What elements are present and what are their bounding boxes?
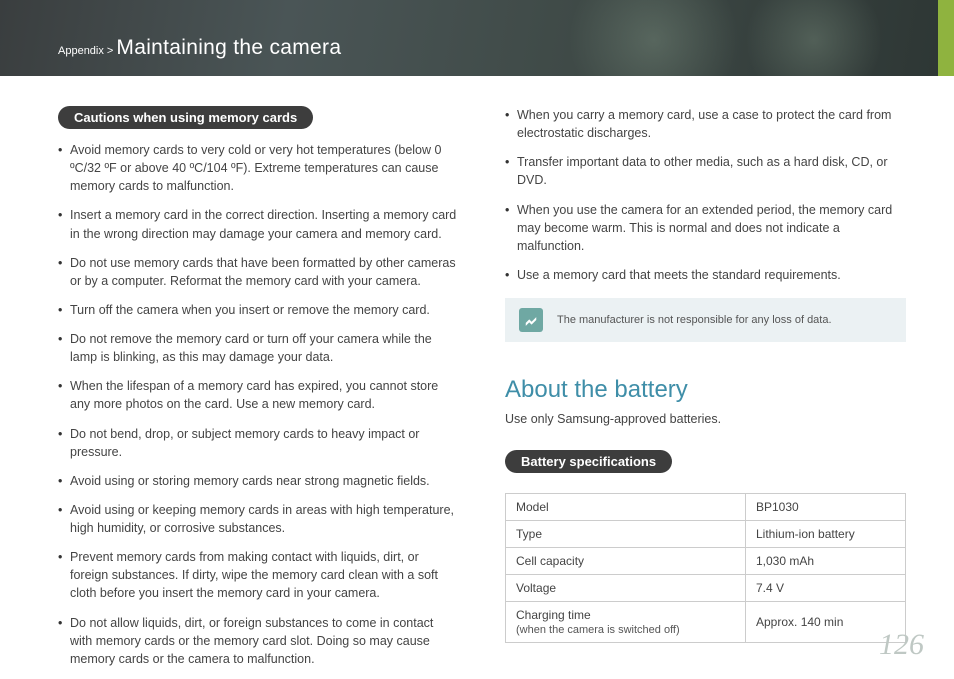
spec-label: Cell capacity bbox=[506, 548, 746, 575]
section-title-battery: About the battery bbox=[505, 376, 906, 404]
list-item: Transfer important data to other media, … bbox=[505, 153, 906, 189]
list-item: Do not bend, drop, or subject memory car… bbox=[58, 425, 459, 461]
list-item: When you carry a memory card, use a case… bbox=[505, 106, 906, 142]
note-text: The manufacturer is not responsible for … bbox=[557, 314, 832, 326]
left-column: Cautions when using memory cards Avoid m… bbox=[58, 106, 459, 679]
right-column: When you carry a memory card, use a case… bbox=[505, 106, 906, 679]
header-decoration bbox=[554, 0, 754, 76]
spec-label: Charging time (when the camera is switch… bbox=[506, 602, 746, 643]
page-header: Appendix > Maintaining the camera bbox=[0, 0, 954, 76]
content-area: Cautions when using memory cards Avoid m… bbox=[0, 76, 954, 679]
spec-value: BP1030 bbox=[746, 494, 906, 521]
list-item: Avoid using or storing memory cards near… bbox=[58, 472, 459, 490]
list-item: When you use the camera for an extended … bbox=[505, 201, 906, 255]
note-callout: The manufacturer is not responsible for … bbox=[505, 298, 906, 342]
spec-value: 1,030 mAh bbox=[746, 548, 906, 575]
page-number: 126 bbox=[879, 628, 924, 662]
section-pill-cautions: Cautions when using memory cards bbox=[58, 106, 313, 129]
table-row: Voltage 7.4 V bbox=[506, 575, 906, 602]
table-row: Cell capacity 1,030 mAh bbox=[506, 548, 906, 575]
list-item: Do not allow liquids, dirt, or foreign s… bbox=[58, 614, 459, 668]
section-pill-specs: Battery specifications bbox=[505, 450, 672, 473]
spec-label: Voltage bbox=[506, 575, 746, 602]
table-row: Charging time (when the camera is switch… bbox=[506, 602, 906, 643]
cautions-list: Avoid memory cards to very cold or very … bbox=[58, 141, 459, 668]
breadcrumb-prefix: Appendix > bbox=[58, 45, 113, 57]
note-icon bbox=[519, 308, 543, 332]
spec-value: 7.4 V bbox=[746, 575, 906, 602]
spec-label: Type bbox=[506, 521, 746, 548]
spec-value: Lithium-ion battery bbox=[746, 521, 906, 548]
table-row: Type Lithium-ion battery bbox=[506, 521, 906, 548]
breadcrumb: Appendix > Maintaining the camera bbox=[58, 36, 341, 60]
section-subtitle: Use only Samsung-approved batteries. bbox=[505, 412, 906, 426]
spec-label: Model bbox=[506, 494, 746, 521]
list-item: Do not use memory cards that have been f… bbox=[58, 254, 459, 290]
list-item: Prevent memory cards from making contact… bbox=[58, 548, 459, 602]
cautions-list-continued: When you carry a memory card, use a case… bbox=[505, 106, 906, 284]
spec-label-main: Charging time bbox=[516, 608, 591, 622]
list-item: Turn off the camera when you insert or r… bbox=[58, 301, 459, 319]
spec-label-sub: (when the camera is switched off) bbox=[516, 624, 680, 636]
list-item: Use a memory card that meets the standar… bbox=[505, 266, 906, 284]
list-item: Do not remove the memory card or turn of… bbox=[58, 330, 459, 366]
list-item: Avoid memory cards to very cold or very … bbox=[58, 141, 459, 195]
list-item: Insert a memory card in the correct dire… bbox=[58, 206, 459, 242]
list-item: When the lifespan of a memory card has e… bbox=[58, 377, 459, 413]
table-row: Model BP1030 bbox=[506, 494, 906, 521]
page-title: Maintaining the camera bbox=[116, 36, 341, 59]
header-decoration bbox=[734, 0, 894, 76]
battery-spec-table: Model BP1030 Type Lithium-ion battery Ce… bbox=[505, 493, 906, 643]
list-item: Avoid using or keeping memory cards in a… bbox=[58, 501, 459, 537]
